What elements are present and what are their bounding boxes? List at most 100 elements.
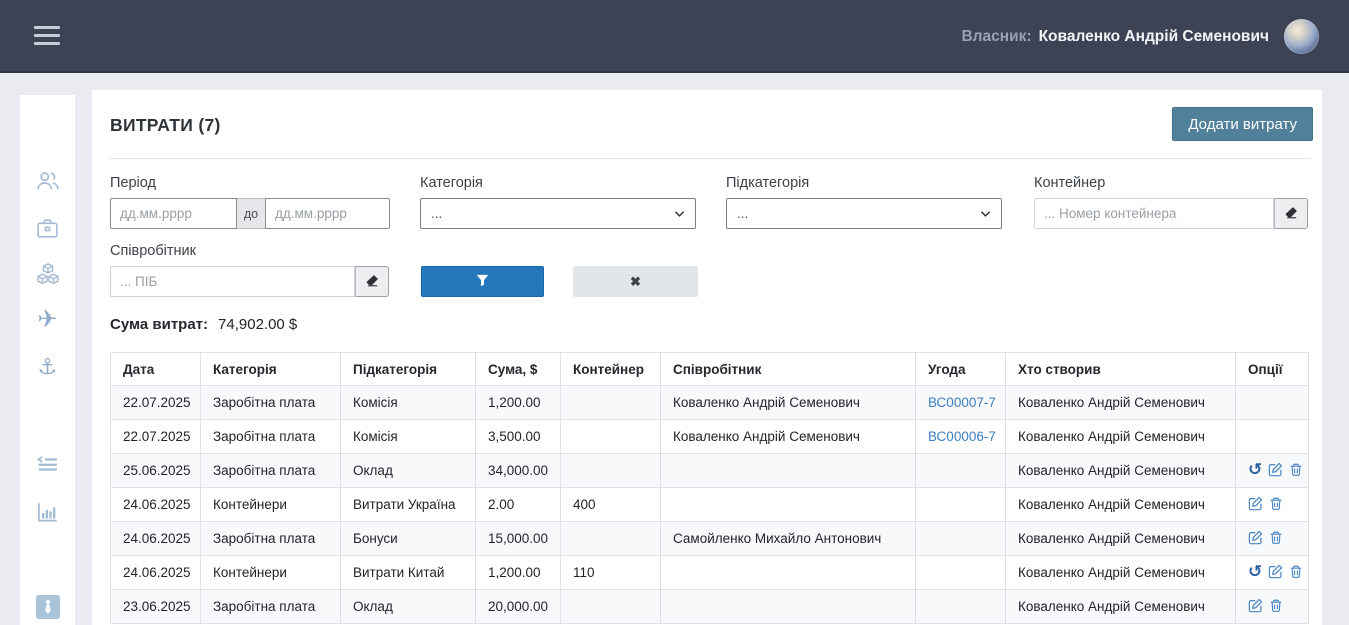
user-avatar[interactable] (1284, 19, 1319, 54)
container-input[interactable] (1034, 198, 1274, 229)
edit-button[interactable] (1268, 462, 1283, 480)
container-cell (561, 420, 661, 454)
trash-icon (1289, 564, 1303, 582)
category-cell: Заробітна плата (201, 420, 341, 454)
edit-button[interactable] (1248, 496, 1263, 514)
container-cell (561, 590, 661, 624)
summary-value: 74,902.00 $ (218, 316, 297, 333)
created-by-cell: Коваленко Андрій Семенович (1006, 454, 1236, 488)
trash-icon (1269, 496, 1283, 514)
table-row: 22.07.2025Заробітна платаКомісія1,200.00… (111, 386, 1309, 420)
agreement-link[interactable]: ВС00007-7 (928, 395, 996, 410)
period-to-chip: до (237, 198, 265, 229)
period-to-input[interactable] (265, 198, 390, 229)
subcategory-cell: Комісія (341, 420, 476, 454)
delete-button[interactable] (1269, 496, 1283, 514)
employee-cell (661, 454, 916, 488)
sidebar-item-briefcase[interactable] (20, 213, 75, 243)
apply-filter-button[interactable] (421, 266, 544, 297)
sidebar-item-list-indent[interactable] (20, 449, 75, 479)
delete-button[interactable] (1269, 598, 1283, 616)
edit-button[interactable] (1268, 564, 1283, 582)
subcategory-select[interactable]: ... (726, 198, 1002, 229)
x-icon: ✖ (630, 274, 641, 290)
options-cell (1236, 590, 1309, 624)
date-cell: 25.06.2025 (111, 454, 201, 488)
subcategory-cell: Комісія (341, 386, 476, 420)
add-expense-button[interactable]: Додати витрату (1172, 107, 1313, 141)
sidebar-item-cubes[interactable] (20, 259, 75, 289)
container-filter (1034, 198, 1308, 229)
sum-cell: 20,000.00 (476, 590, 561, 624)
category-cell: Контейнери (201, 556, 341, 590)
edit-icon (1268, 564, 1283, 582)
employee-input[interactable] (110, 266, 355, 297)
subcategory-cell: Оклад (341, 590, 476, 624)
table-row: 24.06.2025КонтейнериВитрати Китай1,200.0… (111, 556, 1309, 590)
history-button[interactable]: ↺ (1248, 564, 1262, 581)
container-cell (561, 386, 661, 420)
sidebar-item-user-tie[interactable] (20, 592, 75, 622)
agreement-cell (916, 488, 1006, 522)
summary-label: Сума витрат: (110, 316, 208, 333)
title-divider (110, 158, 1310, 159)
trash-icon (1269, 598, 1283, 616)
agreement-cell (916, 590, 1006, 624)
list-indent-icon (35, 452, 60, 477)
category-select[interactable]: ... (420, 198, 696, 229)
sidebar-item-users[interactable] (20, 166, 75, 196)
user-tie-icon (36, 595, 60, 619)
delete-button[interactable] (1289, 462, 1303, 480)
date-cell: 22.07.2025 (111, 420, 201, 454)
bar-chart-icon (35, 500, 60, 525)
briefcase-icon (35, 216, 60, 241)
sum-cell: 34,000.00 (476, 454, 561, 488)
cubes-icon (35, 261, 61, 287)
container-cell (561, 522, 661, 556)
history-button[interactable]: ↺ (1248, 462, 1262, 479)
agreement-cell (916, 556, 1006, 590)
date-cell: 22.07.2025 (111, 386, 201, 420)
category-cell: Заробітна плата (201, 590, 341, 624)
eraser-icon (365, 273, 380, 291)
sum-cell: 1,200.00 (476, 556, 561, 590)
row-options (1248, 598, 1296, 616)
table-row: 24.06.2025Заробітна платаБонуси15,000.00… (111, 522, 1309, 556)
category-cell: Заробітна плата (201, 386, 341, 420)
chevron-down-icon (674, 206, 685, 221)
sum-cell: 2.00 (476, 488, 561, 522)
sidebar-item-plane[interactable]: ✈ (20, 305, 75, 335)
period-range: до (110, 198, 390, 229)
delete-button[interactable] (1269, 530, 1283, 548)
column-header-5: Співробітник (661, 353, 916, 386)
hamburger-menu-icon[interactable] (34, 26, 60, 45)
agreement-cell (916, 522, 1006, 556)
container-cell: 110 (561, 556, 661, 590)
date-cell: 24.06.2025 (111, 522, 201, 556)
employee-cell: Коваленко Андрій Семенович (661, 420, 916, 454)
owner-info: Власник: Коваленко Андрій Семенович (961, 0, 1269, 73)
column-header-6: Угода (916, 353, 1006, 386)
reset-filter-button[interactable]: ✖ (573, 266, 698, 297)
sidebar: ✈⚓ (20, 95, 75, 625)
employee-clear-button[interactable] (355, 266, 389, 297)
trash-icon (1269, 530, 1283, 548)
date-cell: 24.06.2025 (111, 556, 201, 590)
created-by-cell: Коваленко Андрій Семенович (1006, 488, 1236, 522)
funnel-icon (475, 273, 490, 291)
agreement-link[interactable]: ВС00006-7 (928, 429, 996, 444)
sidebar-item-bar-chart[interactable] (20, 497, 75, 527)
table-header-row: ДатаКатегоріяПідкатегоріяСума, $Контейне… (111, 353, 1309, 386)
history-icon: ↺ (1248, 564, 1262, 581)
category-cell: Контейнери (201, 488, 341, 522)
table-row: 24.06.2025КонтейнериВитрати Україна2.004… (111, 488, 1309, 522)
sidebar-item-anchor[interactable]: ⚓ (20, 352, 75, 382)
row-options (1248, 530, 1296, 548)
edit-button[interactable] (1248, 598, 1263, 616)
options-cell (1236, 420, 1309, 454)
agreement-cell: ВС00006-7 (916, 420, 1006, 454)
container-clear-button[interactable] (1274, 198, 1308, 229)
delete-button[interactable] (1289, 564, 1303, 582)
period-from-input[interactable] (110, 198, 237, 229)
edit-button[interactable] (1248, 530, 1263, 548)
